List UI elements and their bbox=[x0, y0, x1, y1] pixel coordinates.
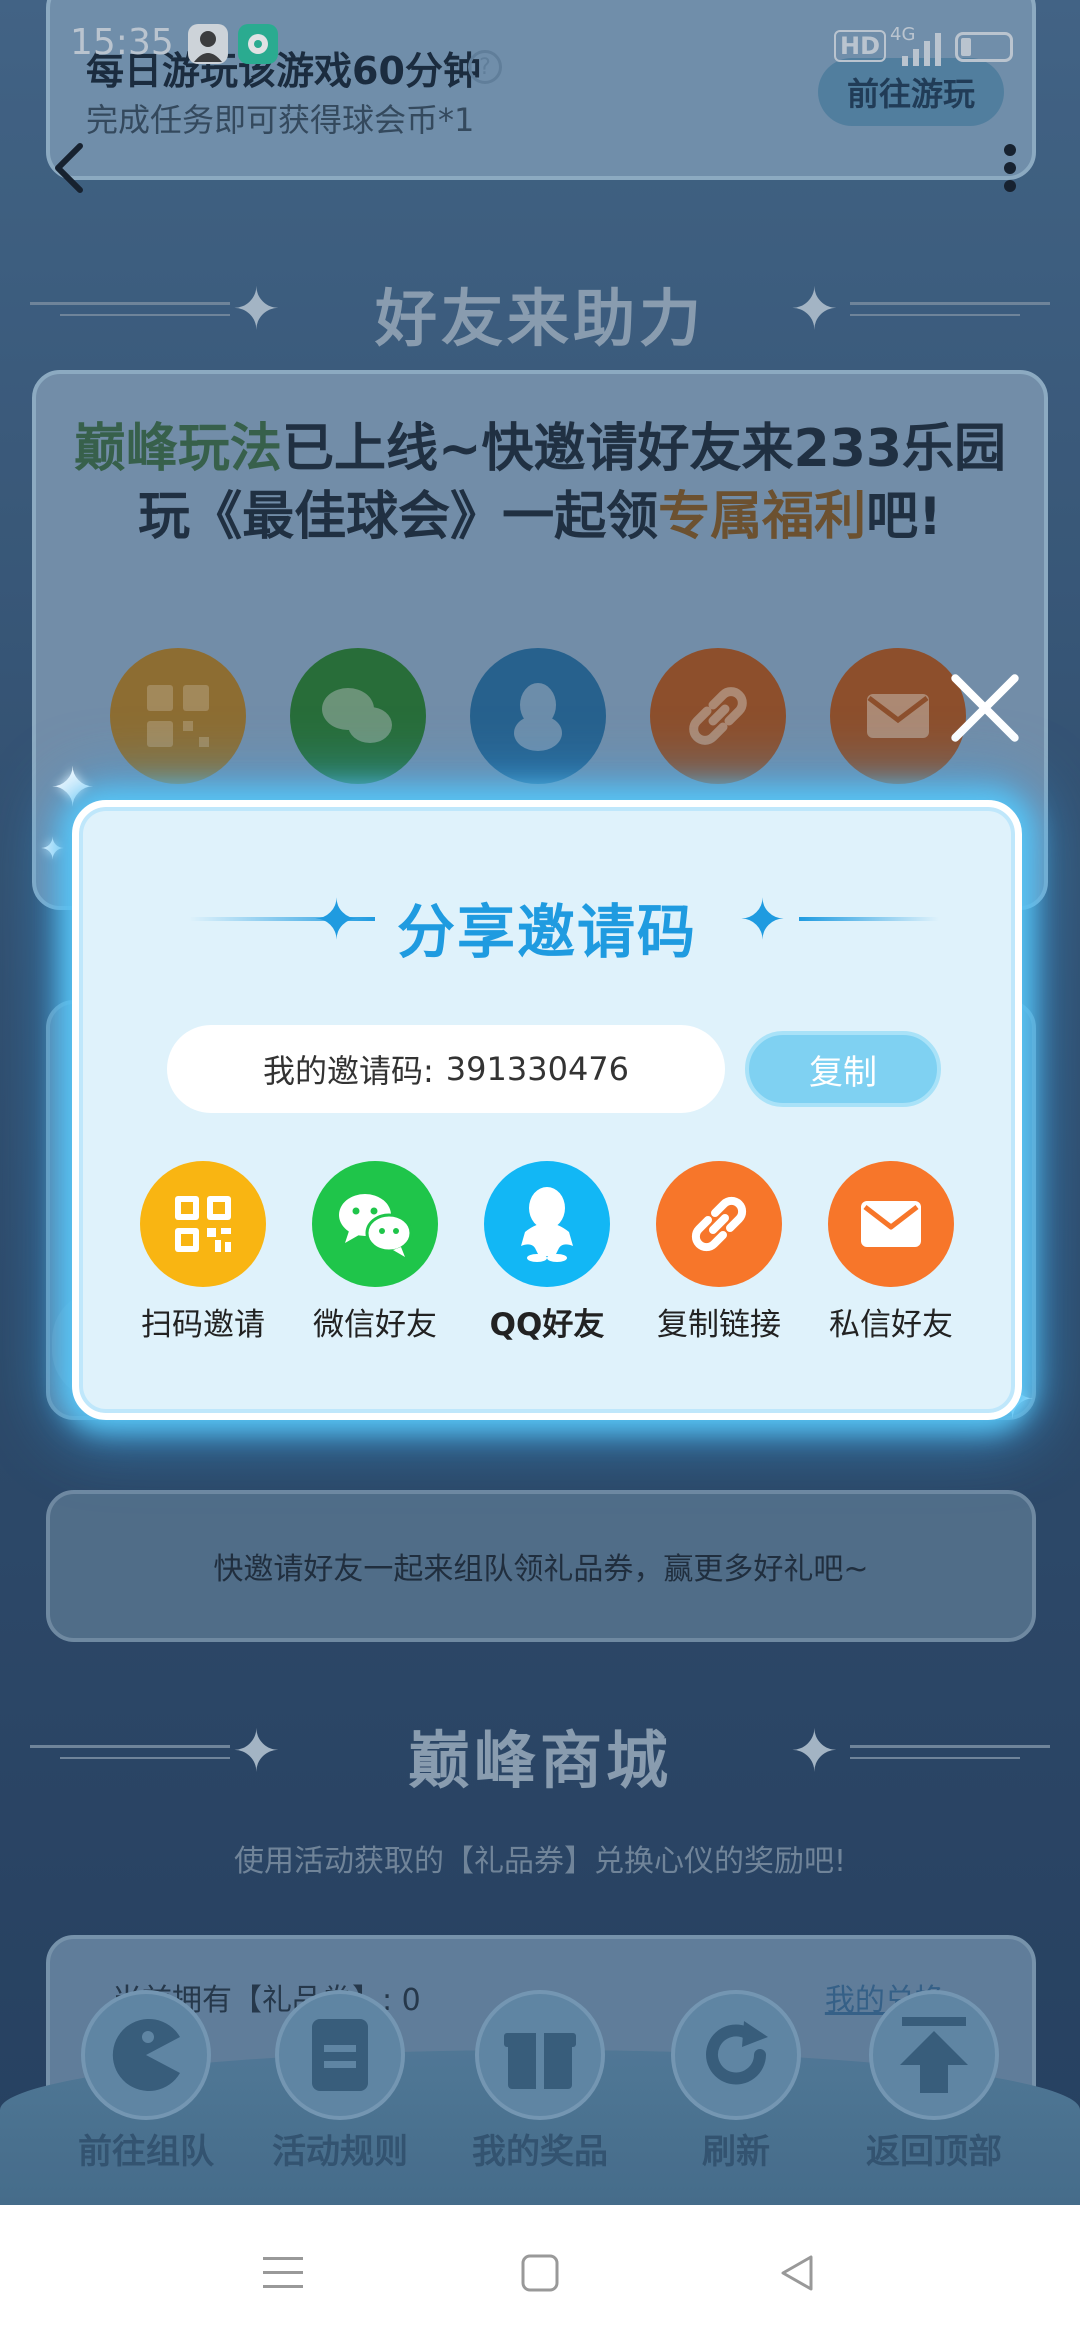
modal-title: 分享邀请码 bbox=[396, 898, 697, 966]
share-private-message-button[interactable]: 私信好友 bbox=[805, 1161, 977, 1344]
decor-line bbox=[799, 917, 939, 921]
home-square-icon[interactable] bbox=[505, 2241, 575, 2305]
share-qr-code-button[interactable]: 扫码邀请 bbox=[117, 1161, 289, 1344]
invite-code-value: 391330476 bbox=[445, 1050, 630, 1088]
copy-button[interactable]: 复制 bbox=[745, 1031, 941, 1107]
share-label: QQ好友 bbox=[489, 1307, 605, 1343]
back-triangle-icon[interactable] bbox=[762, 2241, 832, 2305]
share-label: 私信好友 bbox=[829, 1307, 953, 1343]
menu-icon[interactable] bbox=[248, 2241, 318, 2305]
invite-code-field[interactable]: 我的邀请码: 391330476 bbox=[167, 1025, 725, 1113]
mail-icon bbox=[828, 1161, 954, 1287]
wechat-icon bbox=[312, 1161, 438, 1287]
sparkle-icon: ✦ bbox=[739, 888, 786, 953]
share-label: 复制链接 bbox=[657, 1307, 781, 1343]
close-icon[interactable] bbox=[945, 668, 1025, 748]
link-icon bbox=[656, 1161, 782, 1287]
qq-penguin-icon bbox=[484, 1161, 610, 1287]
invite-code-label: 我的邀请码: bbox=[262, 1052, 434, 1090]
system-nav-bar bbox=[0, 2205, 1080, 2340]
qr-code-icon bbox=[140, 1161, 266, 1287]
share-label: 扫码邀请 bbox=[141, 1307, 265, 1343]
share-wechat-button[interactable]: 微信好友 bbox=[289, 1161, 461, 1344]
share-copy-link-button[interactable]: 复制链接 bbox=[633, 1161, 805, 1344]
share-invite-modal: ✦ 分享邀请码 ✦ 我的邀请码: 391330476 复制 扫码邀请 微信好友 … bbox=[72, 800, 1022, 1420]
sparkle-icon: ✦ bbox=[50, 756, 96, 819]
sparkle-icon: ✦ bbox=[40, 832, 66, 867]
share-label: 微信好友 bbox=[313, 1307, 437, 1343]
share-qq-button[interactable]: QQ好友 bbox=[461, 1161, 633, 1344]
